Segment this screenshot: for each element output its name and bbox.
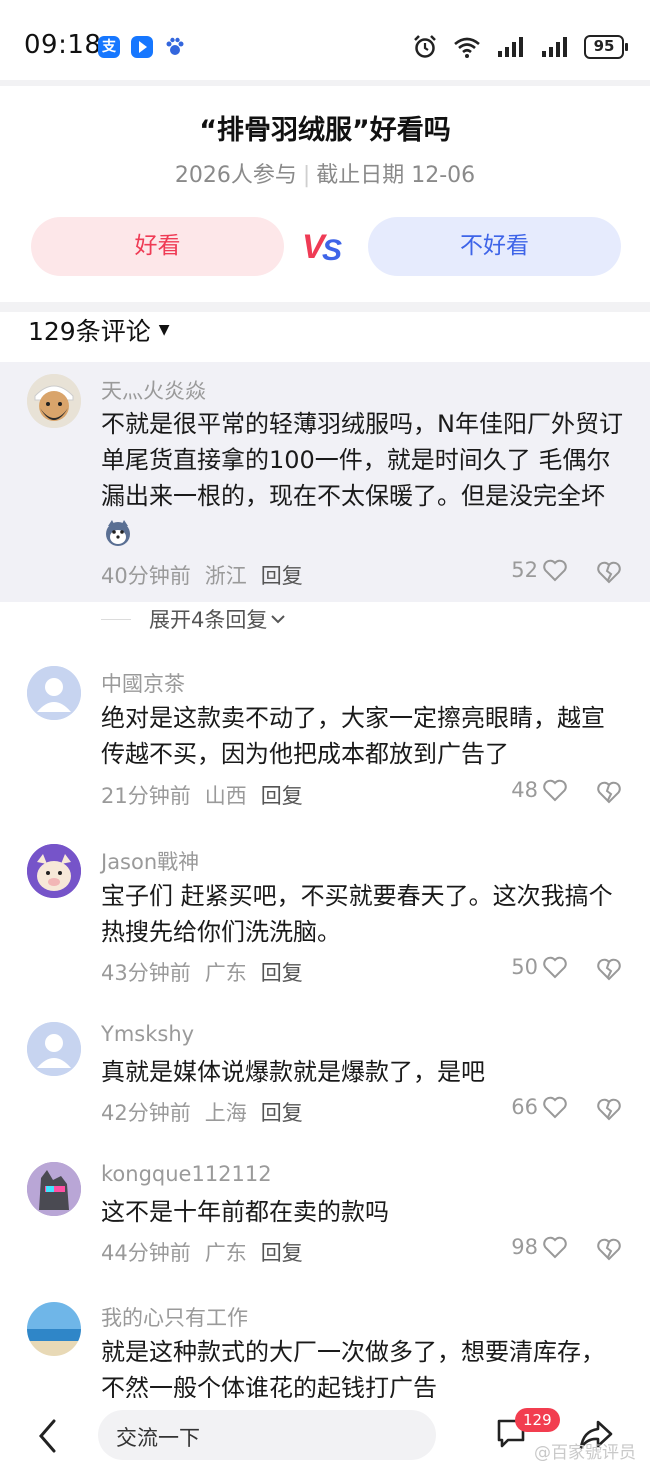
comment-time: 40分钟前 [101,564,191,588]
avatar[interactable] [27,374,81,428]
signal-icon [498,37,523,57]
comment-username[interactable]: 中國京茶 [101,668,185,698]
dislike-button[interactable] [596,1237,622,1261]
reply-button[interactable]: 回复 [261,961,303,985]
comment-text: 不就是很平常的轻薄羽绒服吗，N年佳阳厂外贸订单尾货直接拿的100一件，就是时间久… [101,406,626,550]
comment-time: 43分钟前 [101,961,191,985]
reply-button[interactable]: 回复 [261,1241,303,1265]
dislike-button[interactable] [596,957,622,981]
heart-icon [543,956,567,979]
comment-location: 上海 [204,1101,247,1125]
dislike-button[interactable] [596,780,622,804]
heart-icon [543,559,567,582]
avatar[interactable] [27,666,81,720]
send-icon [131,36,153,58]
comment-meta: 40分钟前 浙江 回复 [101,560,317,590]
heart-icon [543,779,567,802]
like-button[interactable]: 66 [511,1095,568,1119]
avatar[interactable] [27,1162,81,1216]
vote-bad-button[interactable]: 不好看 [368,217,621,276]
comment-item: 天灬火炎焱 不就是很平常的轻薄羽绒服吗，N年佳阳厂外贸订单尾货直接拿的100一件… [0,362,650,602]
reply-button[interactable]: 回复 [261,1101,303,1125]
comment-time: 42分钟前 [101,1101,191,1125]
comment-item: Jason戰神 宝子们 赶紧买吧，不买就要春天了。这次我搞个热搜先给你们洗洗脑。… [0,838,650,998]
watermark: @百家號评员 [534,1443,636,1463]
comment-username[interactable]: 天灬火炎焱 [101,375,206,405]
avatar[interactable] [27,844,81,898]
comment-input[interactable]: 交流一下 [98,1410,436,1460]
comment-username[interactable]: 我的心只有工作 [101,1302,248,1332]
comment-time: 44分钟前 [101,1241,191,1265]
like-button[interactable]: 52 [511,558,568,582]
comments-sort-toggle[interactable]: 129条评论 ▼ [28,312,170,348]
signal-icon-2 [542,37,567,57]
heart-icon [543,1236,567,1259]
comment-text: 这不是十年前都在卖的款吗 [101,1198,389,1226]
poll-participants: 2026人参与 [174,163,297,188]
alipay-icon: 支 [98,36,120,58]
comment-item: Ymskshy 真就是媒体说爆款就是爆款了，是吧 42分钟前 上海 回复 66 [0,1016,650,1136]
like-count: 98 [511,1235,538,1259]
like-button[interactable]: 50 [511,955,568,979]
avatar[interactable] [27,1022,81,1076]
comment-meta: 21分钟前 山西 回复 [101,780,317,810]
comment-count-badge: 129 [515,1408,560,1432]
comment-item: 中國京茶 绝对是这款卖不动了，大家一定擦亮眼睛，越宣传越不买，因为他把成本都放到… [0,660,650,820]
status-time: 09:18 [24,30,102,60]
comment-location: 浙江 [204,564,247,588]
caret-down-icon: ▼ [158,322,170,338]
back-arrow-icon[interactable] [36,1418,58,1454]
comment-username[interactable]: kongque112112 [101,1162,272,1186]
vs-icon: V S [302,228,342,267]
comment-text: 就是这种款式的大厂一次做多了，想要清库存，不然一般个体谁花的起钱打广告 [101,1338,605,1398]
like-count: 52 [511,558,538,582]
bottom-bar: 交流一下 129 @百家號评员 [0,1398,650,1474]
poll-meta: 2026人参与 | 截止日期 12-06 [174,163,476,188]
reply-button[interactable]: 回复 [261,564,303,588]
like-button[interactable]: 48 [511,778,568,802]
like-count: 48 [511,778,538,802]
like-count: 66 [511,1095,538,1119]
svg-text:S: S [322,234,342,267]
wifi-icon [454,37,480,58]
comment-location: 广东 [204,961,247,985]
comment-meta: 42分钟前 上海 回复 [101,1097,317,1127]
divider [101,618,131,620]
dislike-button[interactable] [596,1097,622,1121]
comment-meta: 43分钟前 广东 回复 [101,957,317,987]
husky-emoji-icon [103,518,133,548]
poll-deadline: 截止日期 12-06 [316,163,476,188]
comments-count-label: 129条评论 [28,317,151,346]
comment-username[interactable]: Ymskshy [101,1022,194,1046]
comment-location: 广东 [204,1241,247,1265]
status-bar: 09:18 支 95 [0,0,650,80]
expand-replies-label: 展开4条回复 [149,608,268,632]
comment-input-placeholder: 交流一下 [116,1426,200,1450]
like-count: 50 [511,955,538,979]
alarm-icon [414,35,436,58]
expand-replies-button[interactable]: 展开4条回复 [101,604,287,634]
comment-item: 我的心只有工作 就是这种款式的大厂一次做多了，想要清库存，不然一般个体谁花的起钱… [0,1296,650,1398]
poll-title: “排骨羽绒服”好看吗 [199,115,451,146]
avatar[interactable] [27,1302,81,1356]
comment-time: 21分钟前 [101,784,191,808]
like-button[interactable]: 98 [511,1235,568,1259]
dislike-button[interactable] [596,560,622,584]
comment-text: 真就是媒体说爆款就是爆款了，是吧 [101,1058,485,1086]
baidu-paw-icon [164,36,186,58]
divider [0,302,650,312]
comment-username[interactable]: Jason戰神 [101,846,199,876]
vote-good-button[interactable]: 好看 [31,217,284,276]
heart-icon [543,1096,567,1119]
reply-button[interactable]: 回复 [261,784,303,808]
comment-item: kongque112112 这不是十年前都在卖的款吗 44分钟前 广东 回复 98 [0,1156,650,1276]
comment-meta: 44分钟前 广东 回复 [101,1237,317,1267]
divider [0,80,650,86]
battery-indicator: 95 [584,35,628,59]
comment-text: 绝对是这款卖不动了，大家一定擦亮眼睛，越宣传越不买，因为他把成本都放到广告了 [101,704,605,768]
comment-location: 山西 [204,784,247,808]
chevron-down-icon [271,615,286,624]
comment-text: 宝子们 赶紧买吧，不买就要春天了。这次我搞个热搜先给你们洗洗脑。 [101,882,613,946]
